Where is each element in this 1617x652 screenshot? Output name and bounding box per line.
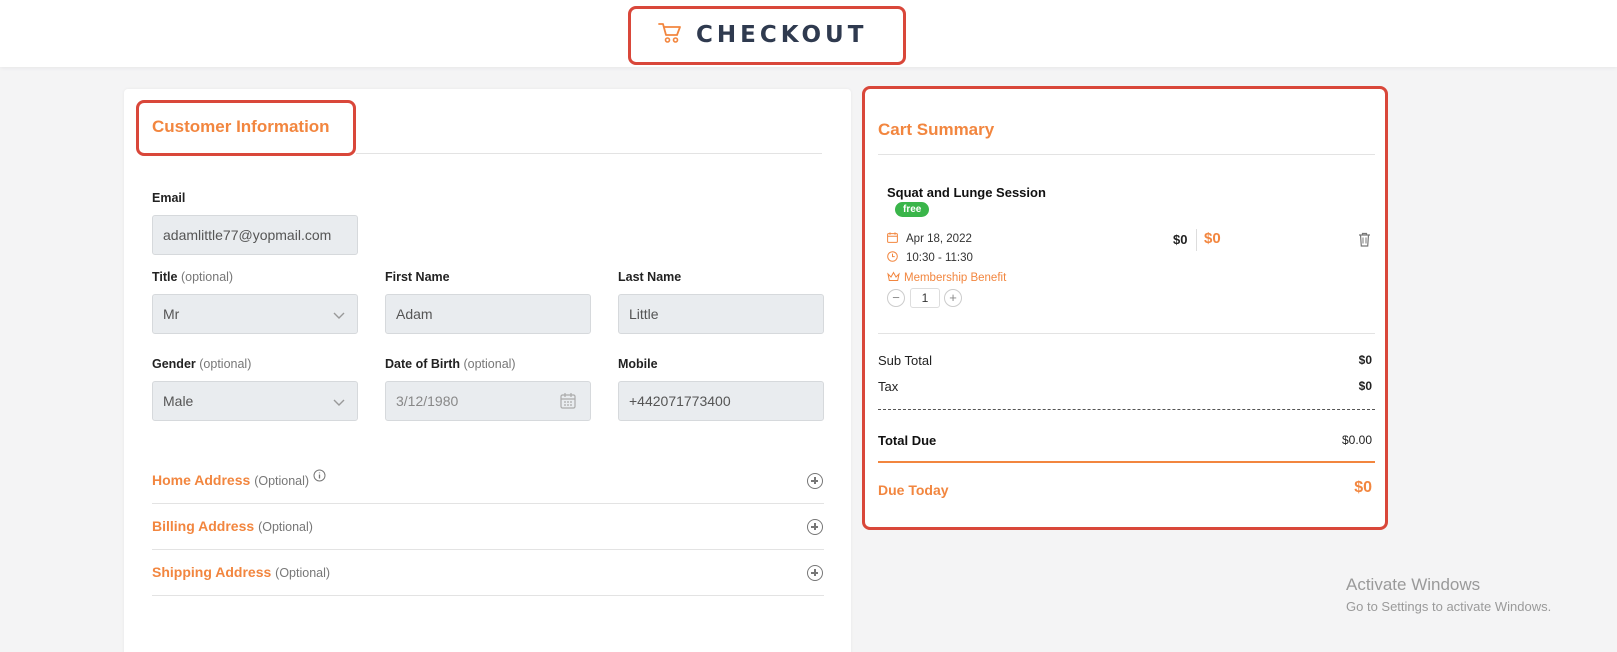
decrease-quantity-button[interactable]: − [887, 289, 905, 307]
item-price-discounted: $0 [1204, 230, 1221, 247]
calendar-icon[interactable] [560, 392, 576, 412]
due-today-label: Due Today [878, 482, 949, 498]
expand-billing-address-icon[interactable] [807, 519, 823, 535]
checkout-header: CHECKOUT [658, 17, 867, 53]
info-icon [313, 469, 326, 485]
gender-select[interactable]: Male [152, 381, 358, 421]
last-name-field[interactable]: Little [618, 294, 824, 334]
trash-icon[interactable] [1358, 232, 1371, 252]
cart-item-date: Apr 18, 2022 [887, 232, 972, 246]
crown-icon [887, 271, 900, 285]
gender-label: Gender (optional) [152, 357, 252, 371]
first-name-field[interactable]: Adam [385, 294, 591, 334]
shipping-address-toggle[interactable]: Shipping Address (Optional) [152, 564, 330, 580]
clock-icon [887, 251, 898, 265]
divider [356, 153, 822, 154]
orange-divider [878, 461, 1375, 463]
dob-label: Date of Birth (optional) [385, 357, 516, 371]
watermark-title: Activate Windows [1346, 575, 1481, 594]
divider [152, 595, 824, 596]
divider [152, 549, 824, 550]
membership-benefit: Membership Benefit [887, 271, 1006, 285]
calendar-icon [887, 232, 898, 246]
dob-field[interactable]: 3/12/1980 [385, 381, 591, 421]
customer-information-card: Customer Information Email adamlittle77@… [124, 89, 851, 652]
watermark-subtitle: Go to Settings to activate Windows. [1346, 599, 1552, 614]
price-separator [1196, 229, 1197, 251]
dashed-divider [878, 409, 1375, 410]
checkout-title: CHECKOUT [696, 22, 868, 48]
mobile-field[interactable]: +442071773400 [618, 381, 824, 421]
cart-icon [658, 22, 682, 49]
chevron-down-icon [333, 307, 345, 323]
last-name-label: Last Name [618, 270, 682, 284]
tax-label: Tax [878, 379, 899, 394]
total-due-label: Total Due [878, 433, 937, 448]
chevron-down-icon [333, 394, 345, 410]
due-today-value: $0 [1354, 479, 1372, 496]
first-name-label: First Name [385, 270, 450, 284]
sub-total-label: Sub Total [878, 353, 932, 368]
cart-summary-card: Cart Summary Squat and Lunge Session fre… [862, 86, 1388, 530]
customer-information-title: Customer Information [152, 117, 330, 136]
cart-item-name: Squat and Lunge Session [887, 185, 1046, 200]
divider [152, 503, 824, 504]
title-select[interactable]: Mr [152, 294, 358, 334]
email-field[interactable]: adamlittle77@yopmail.com [152, 215, 358, 255]
title-label: Title (optional) [152, 270, 234, 284]
free-badge: free [895, 202, 930, 217]
home-address-toggle[interactable]: Home Address (Optional) [152, 469, 326, 488]
mobile-label: Mobile [618, 357, 658, 371]
sub-total-value: $0 [1358, 353, 1372, 367]
tax-value: $0 [1358, 379, 1372, 393]
item-price: $0 [1173, 232, 1188, 247]
email-label: Email [152, 191, 186, 205]
billing-address-toggle[interactable]: Billing Address (Optional) [152, 518, 313, 534]
expand-shipping-address-icon[interactable] [807, 565, 823, 581]
divider [878, 333, 1375, 334]
increase-quantity-button[interactable]: + [944, 289, 962, 307]
quantity-field[interactable]: 1 [910, 288, 940, 308]
expand-home-address-icon[interactable] [807, 473, 823, 489]
divider [878, 154, 1375, 155]
total-due-value: $0.00 [1341, 433, 1372, 447]
cart-summary-title: Cart Summary [878, 120, 995, 139]
cart-item-time: 10:30 - 11:30 [887, 251, 973, 265]
